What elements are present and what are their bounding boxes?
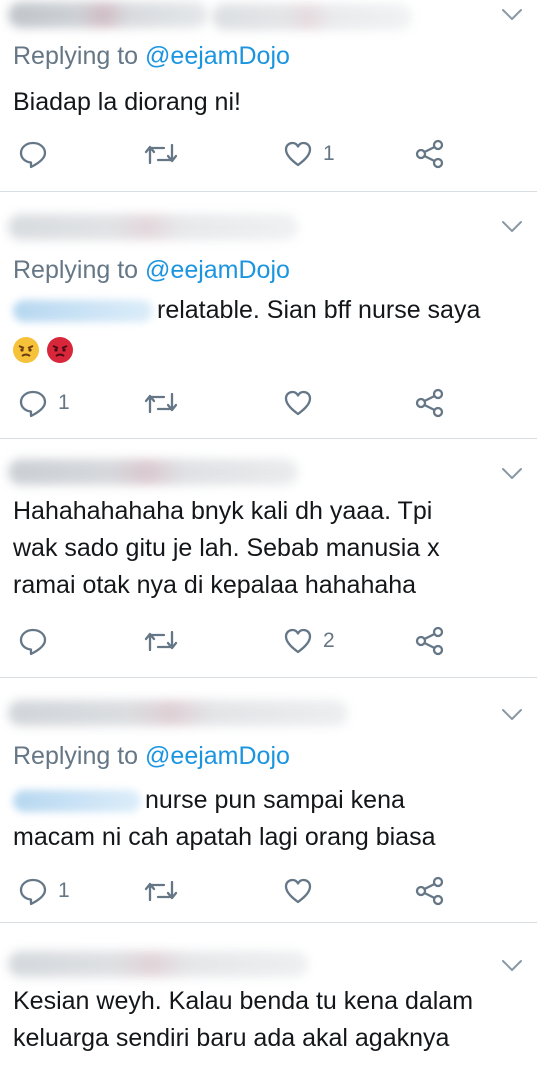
action-bar: 1 bbox=[0, 385, 537, 421]
tweet-text-line: ramai otak nya di kepalaa hahahaha bbox=[13, 571, 417, 599]
share-button[interactable] bbox=[414, 623, 446, 659]
pouting-face-emoji bbox=[47, 337, 73, 364]
like-button[interactable]: 2 bbox=[283, 623, 335, 659]
share-button[interactable] bbox=[414, 385, 446, 421]
like-button[interactable] bbox=[283, 873, 323, 909]
action-bar: 2 bbox=[0, 623, 537, 659]
reply-tweet-1[interactable]: Replying to @eejamDojo Biadap la diorang… bbox=[0, 0, 537, 191]
chevron-down-icon[interactable] bbox=[501, 8, 523, 22]
like-button[interactable] bbox=[283, 385, 323, 421]
reply-icon bbox=[18, 626, 48, 656]
tweet-text-line: Kesian weyh. Kalau benda tu kena dalam bbox=[13, 987, 474, 1015]
tweet-text: Biadap la diorang ni! bbox=[13, 84, 241, 121]
share-icon bbox=[414, 139, 446, 169]
author-name-redacted bbox=[8, 459, 298, 485]
replying-to: Replying to @eejamDojo bbox=[13, 42, 290, 71]
reply-button[interactable]: 1 bbox=[18, 385, 70, 421]
chevron-down-icon[interactable] bbox=[501, 467, 523, 481]
like-button[interactable]: 1 bbox=[283, 136, 335, 172]
share-icon bbox=[414, 626, 446, 656]
chevron-down-icon[interactable] bbox=[501, 708, 523, 722]
tweet-text-line: macam ni cah apatah lagi orang biasa bbox=[13, 823, 436, 851]
retweet-icon bbox=[144, 139, 178, 169]
mention-redacted bbox=[13, 300, 153, 323]
mention-redacted bbox=[13, 790, 141, 813]
replying-to: Replying to @eejamDojo bbox=[13, 742, 290, 771]
reply-button[interactable] bbox=[18, 623, 58, 659]
reply-count: 1 bbox=[58, 391, 70, 414]
author-name-redacted bbox=[8, 214, 298, 240]
reply-icon bbox=[18, 388, 48, 418]
share-button[interactable] bbox=[414, 873, 446, 909]
reply-count: 1 bbox=[58, 879, 70, 902]
retweet-button[interactable] bbox=[144, 385, 178, 421]
author-name-redacted bbox=[8, 700, 348, 726]
emoji-row bbox=[13, 331, 480, 368]
tweet-text-line: nurse pun sampai kena bbox=[13, 782, 436, 819]
author-handle-redacted bbox=[212, 4, 412, 30]
retweet-button[interactable] bbox=[144, 873, 178, 909]
replying-to-handle[interactable]: @eejamDojo bbox=[145, 256, 290, 284]
tweet-text-line: Biadap la diorang ni! bbox=[13, 88, 241, 116]
reply-tweet-4[interactable]: Replying to @eejamDojo nurse pun sampai … bbox=[0, 678, 537, 922]
tweet-text-line: keluarga sendiri baru ada akal agaknya bbox=[13, 1024, 450, 1052]
reply-button[interactable]: 1 bbox=[18, 873, 70, 909]
author-name-redacted bbox=[8, 2, 208, 28]
tweet-text: Kesian weyh. Kalau benda tu kena dalam k… bbox=[13, 983, 473, 1057]
tweet-text-line: wak sado gitu je lah. Sebab manusia x bbox=[13, 534, 440, 562]
reply-tweet-5[interactable]: Kesian weyh. Kalau benda tu kena dalam k… bbox=[0, 923, 537, 1080]
heart-icon bbox=[283, 876, 313, 906]
heart-icon bbox=[283, 626, 313, 656]
chevron-down-icon[interactable] bbox=[501, 220, 523, 234]
tweet-text: relatable. Sian bff nurse saya bbox=[13, 292, 480, 368]
tweet-text: nurse pun sampai kena macam ni cah apata… bbox=[13, 782, 436, 856]
reply-button[interactable] bbox=[18, 136, 58, 172]
retweet-button[interactable] bbox=[144, 136, 178, 172]
share-icon bbox=[414, 388, 446, 418]
retweet-icon bbox=[144, 876, 178, 906]
retweet-icon bbox=[144, 626, 178, 656]
replying-to: Replying to @eejamDojo bbox=[13, 256, 290, 285]
replying-to-handle[interactable]: @eejamDojo bbox=[145, 42, 290, 70]
replying-to-prefix: Replying to bbox=[13, 256, 146, 284]
heart-icon bbox=[283, 388, 313, 418]
reply-icon bbox=[18, 139, 48, 169]
replying-to-prefix: Replying to bbox=[13, 742, 146, 770]
tweet-text-line: Hahahahahaha bnyk kali dh yaaa. Tpi bbox=[13, 497, 433, 525]
tweet-text: Hahahahahaha bnyk kali dh yaaa. Tpi wak … bbox=[13, 493, 440, 604]
replying-to-handle[interactable]: @eejamDojo bbox=[145, 742, 290, 770]
angry-face-emoji bbox=[13, 337, 39, 364]
action-bar: 1 bbox=[0, 873, 537, 909]
reply-icon bbox=[18, 876, 48, 906]
action-bar: 1 bbox=[0, 136, 537, 172]
reply-tweet-2[interactable]: Replying to @eejamDojo relatable. Sian b… bbox=[0, 192, 537, 438]
heart-icon bbox=[283, 139, 313, 169]
like-count: 1 bbox=[323, 142, 335, 165]
share-button[interactable] bbox=[414, 136, 446, 172]
tweet-text-line: relatable. Sian bff nurse saya bbox=[13, 292, 480, 329]
author-name-redacted bbox=[8, 951, 308, 977]
share-icon bbox=[414, 876, 446, 906]
reply-tweet-3[interactable]: Hahahahahaha bnyk kali dh yaaa. Tpi wak … bbox=[0, 439, 537, 677]
retweet-button[interactable] bbox=[144, 623, 178, 659]
chevron-down-icon[interactable] bbox=[501, 959, 523, 973]
replying-to-prefix: Replying to bbox=[13, 42, 146, 70]
like-count: 2 bbox=[323, 629, 335, 652]
retweet-icon bbox=[144, 388, 178, 418]
